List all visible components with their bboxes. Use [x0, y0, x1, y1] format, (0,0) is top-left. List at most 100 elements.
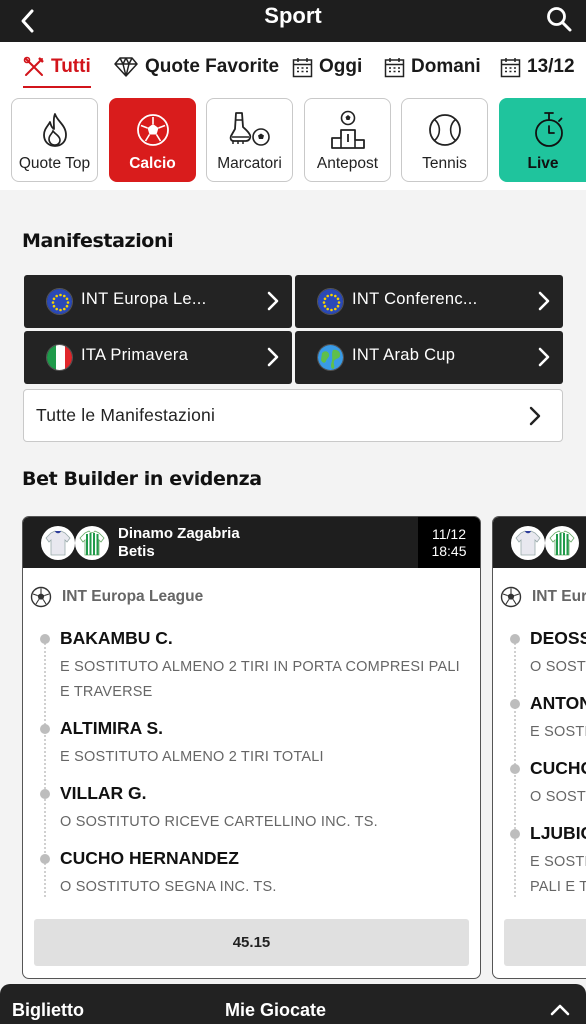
match-datetime: 11/12 18:45 [418, 517, 480, 568]
chevron-right-icon [267, 347, 279, 367]
match-time: 18:45 [431, 543, 467, 559]
tile-calcio[interactable]: Calcio [109, 98, 196, 182]
tile-label: Marcatori [217, 155, 282, 172]
ticket-tab[interactable]: Biglietto [12, 1000, 84, 1021]
tile-quote-top[interactable]: Quote Top [11, 98, 98, 182]
selection-description: O SOST [530, 659, 586, 675]
tab-quote-favorite[interactable]: Quote Favorite [113, 52, 279, 82]
boot-ball-icon [229, 112, 270, 146]
chevron-right-icon [529, 406, 541, 426]
timeline-dot [510, 634, 520, 644]
match-header [493, 517, 586, 568]
my-bets-tab[interactable]: Mie Giocate [225, 1000, 326, 1021]
chevron-right-icon [538, 347, 550, 367]
player-name: DEOSS [530, 628, 586, 648]
active-tab-underline [23, 86, 91, 88]
odds-button[interactable] [504, 919, 586, 966]
selection-description: O SOSTITUTO SEGNA INC. TS. [60, 879, 277, 895]
tab-label: Domani [411, 56, 481, 77]
selection-description: O SOSTITUTO RICEVE CARTELLINO INC. TS. [60, 814, 378, 830]
chevron-up-icon[interactable] [550, 1002, 570, 1016]
diamond-icon [114, 57, 138, 77]
selection-description: O SOST [530, 789, 586, 805]
player-name: BAKAMBU C. [60, 628, 173, 648]
competition-row: INT Europa League [30, 586, 203, 608]
tab-oggi[interactable]: Oggi [292, 52, 362, 82]
filter-tabs: Tutti Quote Favorite Oggi Domani 13/12 [0, 42, 586, 92]
tab-domani[interactable]: Domani [384, 52, 481, 82]
timeline-dot [510, 764, 520, 774]
tennis-ball-icon [428, 114, 461, 146]
tab-label: 13/12 [527, 56, 575, 77]
selection-description: E SOSTITUTO ALMENO 2 TIRI TOTALI [60, 749, 324, 765]
competition-label: INT Europa Le... [81, 290, 207, 308]
tile-label: Antepost [316, 155, 379, 172]
tab-tutti[interactable]: Tutti [23, 52, 91, 88]
search-icon[interactable] [544, 4, 574, 34]
competition-label: INT Arab Cup [352, 346, 456, 364]
soccer-ball-icon [136, 114, 169, 146]
top-bar: Sport [0, 0, 586, 42]
eu-flag-icon [46, 288, 73, 315]
section-title-manifestazioni: Manifestazioni [22, 230, 174, 252]
calendar-icon [500, 57, 521, 77]
competition-label: ITA Primavera [81, 346, 189, 364]
timeline-dot [40, 724, 50, 734]
soccer-ball-icon [30, 586, 52, 608]
tile-label: Tennis [422, 155, 467, 172]
match-date: 11/12 [432, 526, 466, 542]
podium-icon [330, 110, 365, 149]
bet-builder-card[interactable]: INT Eur DEOSS O SOST ANTON E SOSTI CUCH O… [492, 516, 586, 979]
home-team: Dinamo Zagabria [118, 525, 240, 542]
competition-row: INT Eur [500, 586, 586, 608]
tab-label: Quote Favorite [145, 56, 280, 77]
away-shirt-icon [545, 526, 579, 560]
tab-13-12[interactable]: 13/12 [500, 52, 575, 82]
timeline-dot [510, 699, 520, 709]
chevron-right-icon [538, 291, 550, 311]
soccer-ball-icon [500, 586, 522, 608]
away-shirt-icon [75, 526, 109, 560]
tab-label: Tutti [51, 56, 91, 77]
competition-name: INT Europa League [62, 588, 204, 605]
timeline-dot [40, 789, 50, 799]
competition-button[interactable]: INT Arab Cup [295, 331, 563, 384]
flame-icon [42, 113, 67, 147]
bet-builder-card[interactable]: Dinamo Zagabria Betis 11/12 18:45 INT Eu… [22, 516, 481, 979]
player-name: LJUBIC [530, 823, 586, 843]
competition-button[interactable]: INT Europa Le... [24, 275, 292, 328]
timeline-dot [40, 634, 50, 644]
tools-icon [23, 56, 44, 76]
player-name: CUCHO [530, 758, 586, 778]
stopwatch-icon [535, 112, 563, 147]
bottom-bar[interactable]: Biglietto Mie Giocate [0, 984, 586, 1024]
selection-description: E SOSTI PALI E T [530, 854, 586, 895]
match-header: Dinamo Zagabria Betis 11/12 18:45 [23, 517, 480, 568]
sport-tiles: Quote Top Calcio Marcatori Antepost Tenn… [0, 92, 586, 190]
player-name: ANTON [530, 693, 586, 713]
tile-live[interactable]: Live [499, 98, 586, 182]
player-name: ALTIMIRA S. [60, 718, 164, 738]
tile-marcatori[interactable]: Marcatori [206, 98, 293, 182]
competition-name: INT Eur [532, 588, 586, 605]
page-title: Sport [264, 3, 322, 28]
away-team: Betis [118, 543, 155, 560]
tile-tennis[interactable]: Tennis [401, 98, 488, 182]
competition-button[interactable]: ITA Primavera [24, 331, 292, 384]
home-shirt-icon [511, 526, 545, 560]
competition-button[interactable]: INT Conferenc... [295, 275, 563, 328]
odds-button[interactable]: 45.15 [34, 919, 469, 966]
chevron-right-icon [267, 291, 279, 311]
all-competitions-button[interactable]: Tutte le Manifestazioni [23, 389, 563, 442]
match-teams: Dinamo Zagabria Betis [118, 525, 240, 561]
tile-label: Live [527, 155, 559, 172]
timeline-dot [40, 854, 50, 864]
tile-label: Quote Top [18, 155, 91, 172]
selection-description: E SOSTITUTO ALMENO 2 TIRI IN PORTA COMPR… [60, 659, 460, 700]
selection-description: E SOSTI [530, 724, 586, 740]
tile-antepost[interactable]: Antepost [304, 98, 391, 182]
competition-label: INT Conferenc... [352, 290, 478, 308]
home-shirt-icon [41, 526, 75, 560]
tab-label: Oggi [319, 56, 363, 77]
italy-flag-icon [46, 344, 73, 371]
